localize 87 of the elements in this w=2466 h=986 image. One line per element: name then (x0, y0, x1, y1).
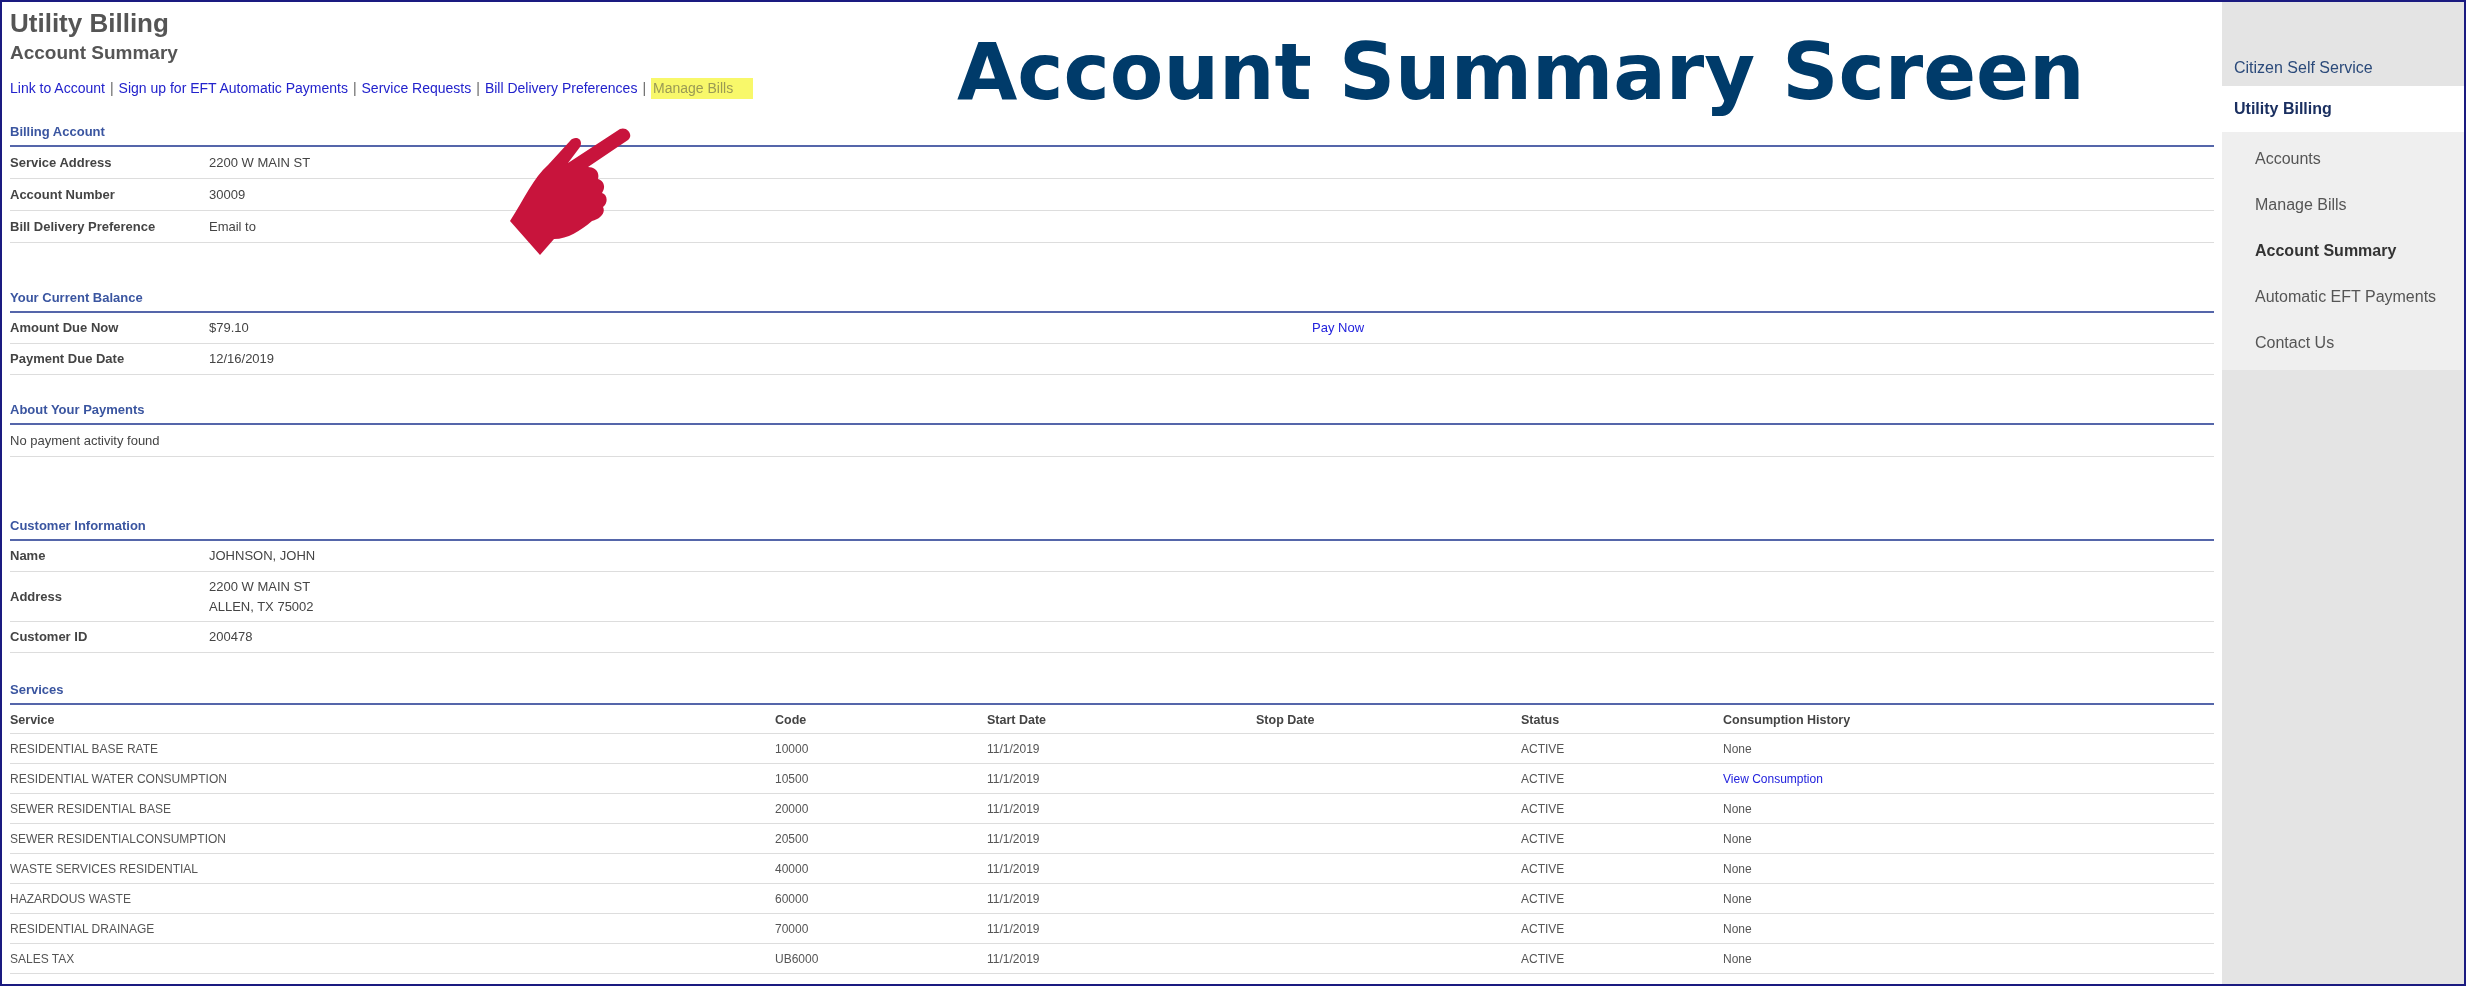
column-header: Consumption History (1723, 713, 1851, 727)
sidebar-item[interactable]: Contact Us (2222, 320, 2464, 366)
table-cell: SEWER RESIDENTIALCONSUMPTION (10, 831, 227, 846)
field-value: JOHNSON, JOHN (209, 547, 316, 565)
field-value: 2200 W MAIN ST (209, 153, 311, 172)
field-label: Account Number (10, 185, 116, 204)
separator: | (642, 79, 647, 98)
annotation-title: Account Summary Screen (957, 26, 2085, 119)
table-cell: ACTIVE (1521, 801, 1565, 816)
nav-link[interactable]: Link to Account (10, 78, 105, 99)
column-header: Status (1521, 713, 1560, 727)
table-cell: None (1723, 891, 1752, 906)
table-cell: ACTIVE (1521, 861, 1565, 876)
table-cell: 11/1/2019 (987, 891, 1040, 906)
sidebar-item[interactable]: Manage Bills (2222, 182, 2464, 228)
table-cell: 10500 (775, 771, 809, 786)
nav-link[interactable]: Service Requests (361, 78, 472, 99)
table-cell: None (1723, 741, 1752, 756)
table-cell: 60000 (775, 891, 809, 906)
empty-message: No payment activity found (10, 431, 160, 450)
nav-link[interactable]: Sign up for EFT Automatic Payments (118, 78, 348, 99)
section-heading: About Your Payments (10, 402, 145, 417)
section-heading: Customer Information (10, 518, 146, 533)
table-cell: 20500 (775, 831, 809, 846)
column-header: Service (10, 713, 55, 727)
page-subtitle: Account Summary (10, 41, 179, 65)
sidebar-title-link[interactable]: Citizen Self Service (2234, 56, 2373, 80)
column-header: Code (775, 713, 807, 727)
sidebar-section[interactable]: Utility Billing (2222, 86, 2464, 132)
separator: | (352, 79, 357, 98)
field-label: Customer ID (10, 628, 89, 647)
table-cell: SALES TAX (10, 951, 75, 966)
table-cell: 11/1/2019 (987, 831, 1040, 846)
table-cell: None (1723, 921, 1752, 936)
column-header: Stop Date (1256, 713, 1315, 727)
sidebar-item[interactable]: Account Summary (2222, 228, 2464, 274)
page-title: Utility Billing (10, 7, 170, 40)
table-cell: 11/1/2019 (987, 951, 1040, 966)
table-cell: 70000 (775, 921, 809, 936)
table-cell: HAZARDOUS WASTE (10, 891, 131, 906)
field-value: 2200 W MAIN ST ALLEN, TX 75002 (209, 577, 314, 616)
pay-now-link[interactable]: Pay Now (1312, 318, 1365, 338)
table-cell: 11/1/2019 (987, 771, 1040, 786)
table-cell: 11/1/2019 (987, 921, 1040, 936)
field-label: Amount Due Now (10, 319, 120, 338)
column-header: Start Date (987, 713, 1047, 727)
table-cell: None (1723, 831, 1752, 846)
field-value: 30009 (209, 185, 246, 204)
field-value: 200478 (209, 628, 253, 646)
table-cell: WASTE SERVICES RESIDENTIAL (10, 861, 199, 876)
field-value: $79.10 (209, 319, 250, 338)
table-cell: SEWER RESIDENTIAL BASE (10, 801, 171, 816)
table-cell: None (1723, 861, 1752, 876)
view-consumption-link[interactable]: View Consumption (1723, 771, 1823, 786)
nav-link[interactable]: Bill Delivery Preferences (484, 78, 638, 99)
table-cell: UB6000 (775, 951, 819, 966)
table-cell: RESIDENTIAL WATER CONSUMPTION (10, 771, 227, 786)
table-cell: RESIDENTIAL DRAINAGE (10, 921, 155, 936)
field-label: Name (10, 547, 47, 566)
table-cell: None (1723, 801, 1752, 816)
table-cell: 40000 (775, 861, 809, 876)
table-cell: ACTIVE (1521, 741, 1565, 756)
table-cell: 11/1/2019 (987, 741, 1040, 756)
table-cell: None (1723, 951, 1752, 966)
field-label: Bill Delivery Preference (10, 217, 157, 236)
table-cell: ACTIVE (1521, 951, 1565, 966)
section-heading: Billing Account (10, 124, 105, 139)
field-label: Payment Due Date (10, 350, 126, 369)
table-cell: 11/1/2019 (987, 801, 1040, 816)
table-cell: ACTIVE (1521, 921, 1565, 936)
field-value: 12/16/2019 (209, 350, 276, 369)
separator: | (109, 79, 114, 98)
section-heading: Services (10, 682, 64, 697)
table-cell: 11/1/2019 (987, 861, 1040, 876)
field-label: Address (10, 587, 64, 606)
separator: | (476, 79, 480, 98)
field-value: Email to (209, 217, 256, 236)
sidebar-item[interactable]: Automatic EFT Payments (2222, 274, 2464, 320)
table-cell: 10000 (775, 741, 809, 756)
table-cell: ACTIVE (1521, 891, 1565, 906)
section-heading: Your Current Balance (10, 290, 143, 305)
table-cell: ACTIVE (1521, 771, 1565, 786)
table-cell: ACTIVE (1521, 831, 1565, 846)
field-label: Service Address (10, 153, 113, 172)
sidebar-item[interactable]: Accounts (2222, 136, 2464, 182)
table-cell: 20000 (775, 801, 809, 816)
table-cell: RESIDENTIAL BASE RATE (10, 741, 159, 756)
